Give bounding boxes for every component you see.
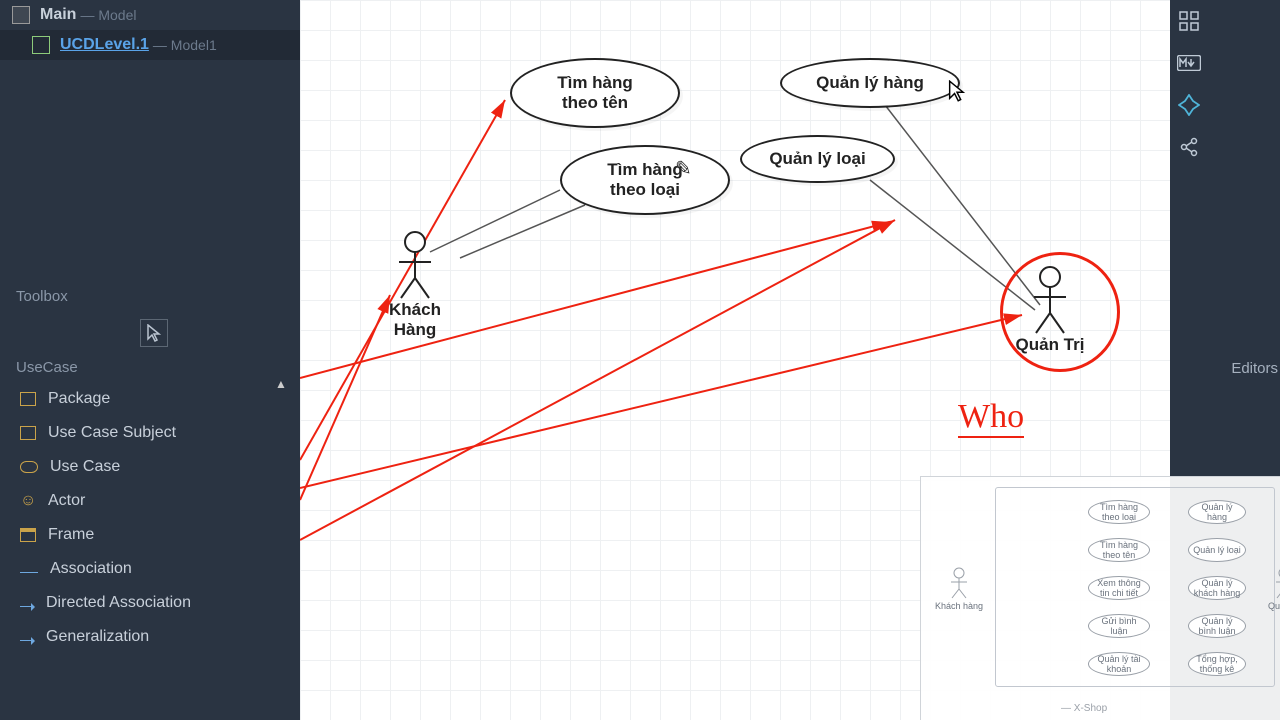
editors-label: Editors (1231, 360, 1278, 377)
tb-label: Use Case Subject (48, 424, 176, 442)
collapse-triangle-icon: ▲ (275, 377, 287, 391)
tb-label: Association (50, 560, 132, 578)
usecase-label: Tìm hàngtheo loại (607, 160, 683, 200)
tb-label: Package (48, 390, 110, 408)
share-icon[interactable] (1174, 132, 1204, 162)
model-main-sub: — Model (80, 7, 136, 23)
tb-usecase[interactable]: Use Case (0, 450, 300, 484)
model-child-sub: — Model1 (153, 37, 217, 53)
toolbox-section: UseCase (0, 353, 300, 382)
tb-label: Use Case (50, 458, 120, 476)
mm-actor-left: Khách hàng (929, 567, 989, 611)
subject-icon (20, 426, 36, 440)
package-icon (20, 392, 36, 406)
left-sidebar: Main — Model UCDLevel.1 — Model1 Toolbox… (0, 0, 300, 720)
usecase-label: Tìm hàngtheo tên (557, 73, 633, 113)
usecase-tim-hang-theo-loai[interactable]: Tìm hàngtheo loại (560, 145, 730, 215)
usecase-quan-ly-hang[interactable]: Quản lý hàng (780, 58, 960, 108)
actor-quan-tri[interactable]: Quản Trị (1010, 265, 1090, 355)
usecase-diagram-icon (32, 36, 50, 54)
mm-usecase: Tìm hàng theo tên (1088, 538, 1150, 562)
tb-association[interactable]: Association (0, 552, 300, 586)
usecase-label: Quản lý hàng (816, 73, 924, 93)
mm-actor-label: Quản trị (1254, 601, 1280, 611)
usecase-label: Quản lý loại (769, 149, 865, 169)
mm-usecase: Gửi bình luận (1088, 614, 1150, 638)
tb-generalization[interactable]: Generalization (0, 620, 300, 654)
model-tree-child[interactable]: UCDLevel.1 — Model1 (0, 30, 300, 60)
mm-usecase: Quản lý hàng (1188, 500, 1246, 524)
tb-actor[interactable]: ☺ Actor (0, 484, 300, 518)
toolbox-cursor-tool[interactable] (140, 319, 168, 347)
generalization-icon (20, 640, 34, 641)
usecase-tim-hang-theo-ten[interactable]: Tìm hàngtheo tên (510, 58, 680, 128)
markdown-icon[interactable] (1174, 48, 1204, 78)
model-main-name: Main (40, 6, 76, 24)
actor-icon: ☺ (20, 494, 36, 508)
tb-label: Actor (48, 492, 85, 510)
tb-directed-association[interactable]: Directed Association (0, 586, 300, 620)
actor-khach-hang[interactable]: Khách Hàng (370, 230, 460, 340)
tb-label: Frame (48, 526, 94, 544)
mm-footer: — X-Shop (1061, 703, 1107, 714)
mm-actor-right: Quản trị (1254, 567, 1280, 611)
crosshair-icon[interactable] (1174, 90, 1204, 120)
mm-usecase: Quản lý tài khoản (1088, 652, 1150, 676)
annotation-text: Who (958, 398, 1024, 438)
mm-actor-label: Khách hàng (929, 601, 989, 611)
tb-label: Directed Association (46, 594, 191, 612)
mm-usecase: Quản lý loại (1188, 538, 1246, 562)
minimap-frame: Tìm hàng theo loại Tìm hàng theo tên Xem… (995, 487, 1275, 687)
diagram-icon (12, 6, 30, 24)
usecase-icon (20, 461, 38, 473)
tb-frame[interactable]: Frame (0, 518, 300, 552)
mm-usecase: Xem thông tin chi tiết (1088, 576, 1150, 600)
model-child-name: UCDLevel.1 (60, 36, 149, 54)
actor-label: Khách Hàng (370, 300, 460, 340)
tb-label: Generalization (46, 628, 149, 646)
actor-label: Quản Trị (1010, 335, 1090, 355)
toolbox-heading: Toolbox (0, 280, 300, 313)
mm-usecase: Tổng hợp, thống kê (1188, 652, 1246, 676)
layout-grid-icon[interactable] (1174, 6, 1204, 36)
tb-package[interactable]: Package (0, 382, 300, 416)
usecase-quan-ly-loai[interactable]: Quản lý loại (740, 135, 895, 183)
mm-usecase: Tìm hàng theo loại (1088, 500, 1150, 524)
minimap-panel[interactable]: Tìm hàng theo loại Tìm hàng theo tên Xem… (920, 476, 1280, 720)
directed-association-icon (20, 606, 34, 607)
tb-usecase-subject[interactable]: Use Case Subject (0, 416, 300, 450)
view-icon-stack (1170, 6, 1208, 162)
model-tree-main[interactable]: Main — Model (0, 0, 300, 30)
mm-usecase: Quản lý bình luận (1188, 614, 1246, 638)
frame-icon (20, 528, 36, 542)
mm-usecase: Quản lý khách hàng (1188, 576, 1246, 600)
association-icon (20, 572, 38, 573)
